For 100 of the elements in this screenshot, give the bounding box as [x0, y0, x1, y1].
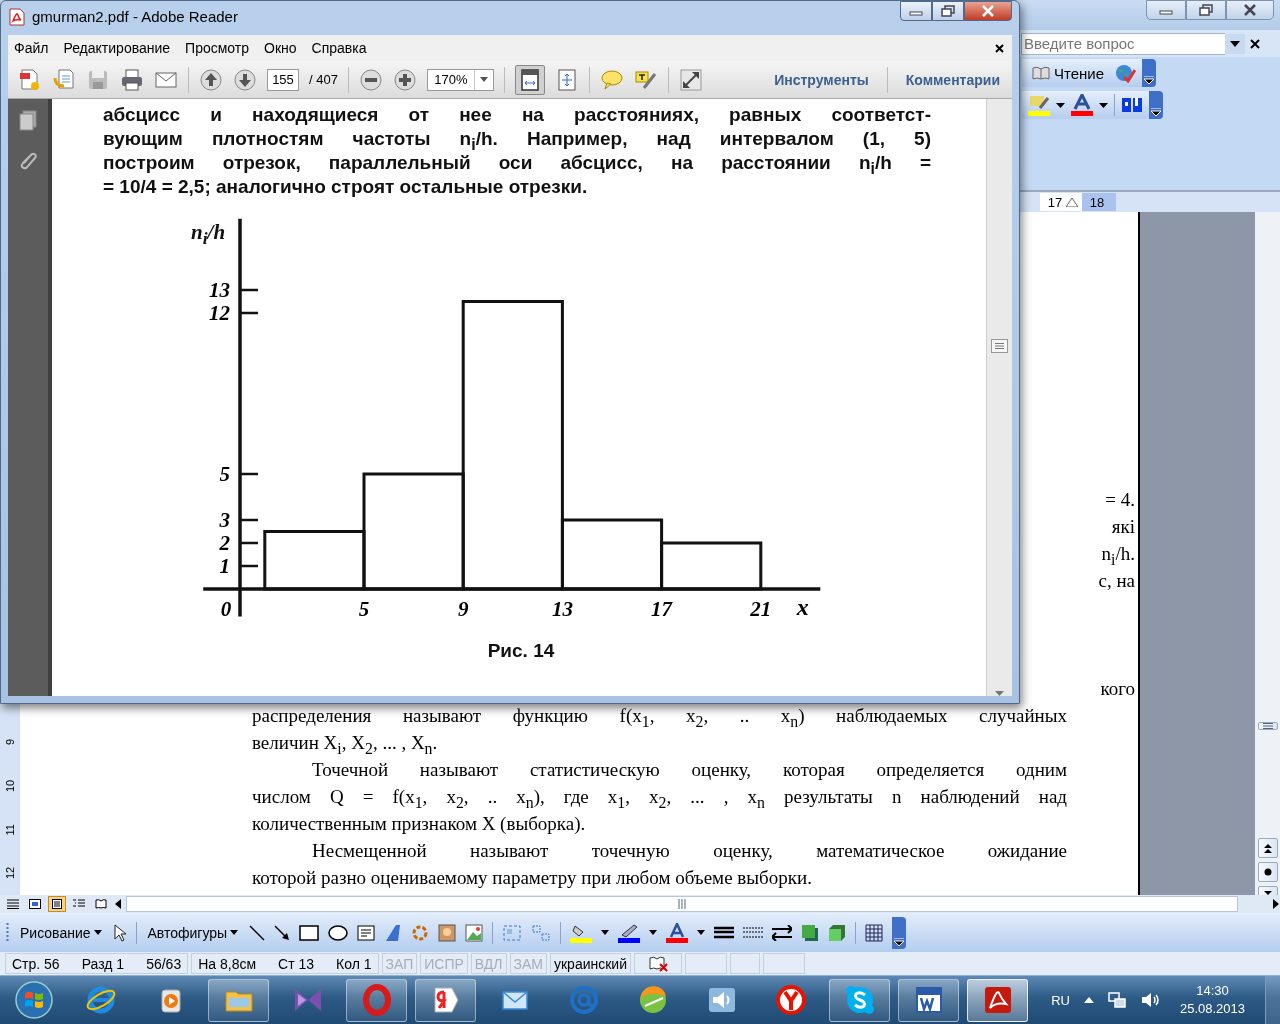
close-document-icon[interactable] — [995, 43, 1004, 53]
browse-object-button[interactable] — [1257, 862, 1278, 882]
language-indicator[interactable]: украинский — [550, 953, 631, 974]
next-page-icon[interactable] — [233, 67, 257, 92]
text-line: абсцисс и находящиеся от нее на расстояниях, равных соответст- — [103, 104, 931, 127]
figure-caption: Рис. 14 — [487, 640, 555, 662]
drawing-menu[interactable]: Рисование — [18, 924, 104, 941]
tools-pane-button[interactable]: Инструменты — [766, 71, 877, 88]
volume-icon[interactable] — [1139, 991, 1160, 1009]
toolbar-options-button[interactable] — [1142, 59, 1157, 87]
highlight-icon[interactable] — [1028, 94, 1050, 116]
reading-mode-button[interactable]: Чтение — [1028, 64, 1109, 82]
dropdown-caret-icon[interactable] — [1230, 40, 1240, 47]
menu-item[interactable]: Файл — [14, 40, 49, 56]
zoom-out-icon[interactable] — [358, 67, 383, 92]
wordart-icon[interactable] — [384, 923, 403, 942]
menu-item[interactable]: Окно — [264, 40, 297, 56]
text-line: числом Q = f(x$_{1}$, x$_{2}$, .. x$_{n}$), где x$_{1}$, x$_{2}$, ... , x$_{n}$ результаты n наблюдений над — [252, 785, 1067, 810]
indent-marker-icon[interactable] — [1066, 197, 1078, 207]
menu-item[interactable]: Просмотр — [185, 40, 249, 56]
maximize-button[interactable] — [1186, 0, 1226, 20]
scroll-thumb[interactable] — [991, 339, 1008, 353]
horizontal-scrollbar[interactable] — [126, 896, 1238, 912]
text-box-icon[interactable] — [357, 924, 376, 941]
3d-icon[interactable] — [828, 923, 847, 942]
dropdown-caret-icon[interactable] — [1099, 102, 1108, 108]
page-number-field[interactable]: 155 — [267, 68, 299, 91]
pointer-icon[interactable] — [112, 923, 127, 942]
show-hidden-icons-icon[interactable] — [1083, 997, 1094, 1003]
taskbar-app-button[interactable] — [208, 978, 269, 1022]
oval-icon[interactable] — [328, 924, 349, 941]
close-button[interactable] — [964, 1, 1012, 21]
font-color-icon[interactable] — [666, 922, 689, 943]
shadow-icon[interactable] — [801, 923, 820, 942]
full-screen-icon[interactable] — [678, 67, 703, 92]
text-line: которой разно оцениваемому параметру при любом объеме выборки. — [252, 866, 813, 890]
web-view-button[interactable] — [26, 896, 44, 912]
print-icon[interactable] — [120, 67, 144, 92]
clock[interactable]: 14:30 25.08.2013 — [1173, 982, 1251, 1018]
pages-icon[interactable] — [17, 109, 39, 131]
normal-view-button[interactable] — [4, 896, 22, 912]
menu-item[interactable]: Справка — [311, 40, 367, 56]
taskbar-app-button[interactable] — [346, 978, 407, 1022]
fill-color-icon[interactable] — [570, 922, 593, 943]
picture-icon[interactable] — [465, 923, 484, 942]
taskbar-app-button[interactable] — [898, 978, 959, 1022]
toolbar-options-button[interactable] — [1149, 91, 1163, 119]
diagram-icon[interactable] — [411, 923, 430, 942]
menu-item[interactable]: Редактирование — [63, 40, 171, 56]
scroll-down-icon[interactable] — [995, 691, 1004, 696]
font-color-icon[interactable] — [1071, 94, 1093, 116]
dropdown-caret-icon — [230, 930, 239, 935]
research-globe-icon[interactable] — [1114, 63, 1137, 83]
chat-cloud-icon — [843, 984, 876, 1016]
x-tick-label: 13 — [551, 597, 573, 621]
taskbar-app-button[interactable] — [967, 978, 1028, 1022]
comments-pane-button[interactable]: Комментарии — [897, 71, 1008, 88]
browser-icon — [84, 984, 117, 1016]
reading-view-button[interactable] — [92, 896, 110, 912]
comment-icon[interactable] — [599, 67, 624, 92]
x-axis-label: x — [796, 594, 809, 620]
rectangle-icon[interactable] — [299, 924, 320, 941]
taskbar-app-button[interactable] — [415, 978, 476, 1022]
scroll-right-icon[interactable] — [1272, 899, 1280, 909]
spelling-status-icon[interactable] — [648, 955, 668, 972]
taskbar-app-button[interactable] — [829, 978, 890, 1022]
grid-icon[interactable] — [865, 923, 884, 942]
line-icon[interactable] — [249, 924, 266, 941]
close-document-icon[interactable] — [1249, 37, 1261, 50]
text-line: Несмещенной называют точечную оценку, математическое ожидание — [311, 839, 1067, 863]
y-tick-label: 5 — [219, 462, 230, 486]
scroll-thumb[interactable] — [1257, 722, 1278, 730]
minimize-button[interactable] — [900, 1, 932, 21]
maximize-button[interactable] — [932, 1, 964, 21]
circle-icon — [1263, 868, 1272, 876]
line-color-icon[interactable] — [618, 922, 641, 943]
clip-art-icon[interactable] — [438, 923, 457, 942]
arrow-style-icon[interactable] — [772, 924, 793, 941]
line-style-icon[interactable] — [714, 925, 735, 940]
close-button[interactable] — [1226, 0, 1274, 20]
autoshapes-menu[interactable]: Автофигуры — [145, 924, 241, 941]
dash-style-icon[interactable] — [743, 925, 764, 940]
outline-view-icon — [73, 899, 85, 909]
arrow-icon[interactable] — [274, 924, 291, 941]
previous-page-icon[interactable] — [199, 67, 223, 92]
network-icon[interactable] — [1107, 991, 1126, 1009]
help-search-field[interactable]: Введите вопрос — [1021, 32, 1225, 55]
text-fragment: с, на — [1098, 569, 1135, 593]
previous-page-button[interactable] — [1257, 838, 1278, 858]
page-size-icon[interactable] — [1121, 96, 1143, 114]
print-layout-button[interactable] — [48, 896, 66, 912]
scroll-left-icon[interactable] — [114, 899, 122, 909]
toolbar-options-button[interactable] — [892, 916, 907, 949]
zoom-dropdown[interactable]: 170% — [426, 68, 494, 91]
create-document-icon[interactable] — [18, 67, 42, 92]
zoom-in-icon[interactable] — [392, 67, 417, 92]
minimize-button[interactable] — [1146, 0, 1186, 20]
input-language-indicator[interactable]: RU — [1051, 992, 1070, 1008]
dropdown-caret-icon[interactable] — [1056, 102, 1065, 108]
chevron-down-icon — [1151, 108, 1161, 116]
